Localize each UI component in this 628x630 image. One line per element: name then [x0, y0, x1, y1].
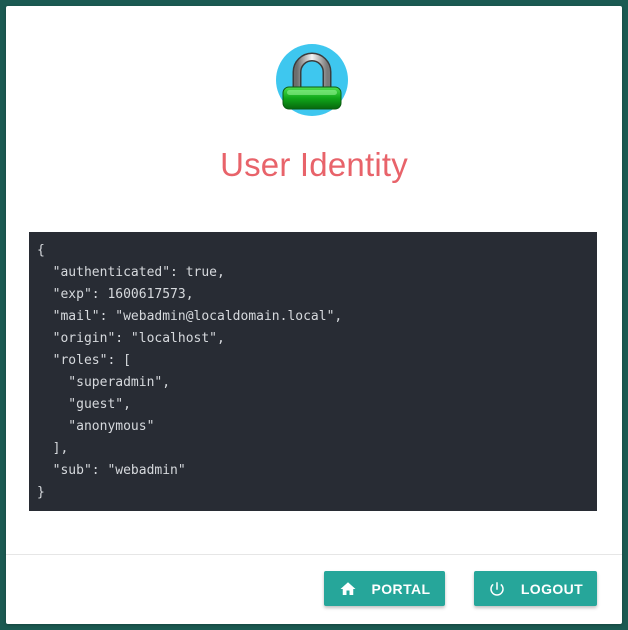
power-icon: [488, 580, 506, 598]
page-title: User Identity: [220, 146, 408, 183]
footer-divider: [6, 554, 622, 555]
home-icon: [339, 580, 357, 598]
portal-button-label: PORTAL: [371, 580, 431, 597]
identity-card: User Identity { "authenticated": true, "…: [6, 6, 622, 624]
logout-button[interactable]: LOGOUT: [474, 571, 597, 606]
padlock-icon: [276, 44, 348, 116]
identity-json-block: { "authenticated": true, "exp": 16006175…: [29, 232, 597, 511]
portal-button[interactable]: PORTAL: [324, 571, 445, 606]
logout-button-label: LOGOUT: [520, 580, 584, 597]
